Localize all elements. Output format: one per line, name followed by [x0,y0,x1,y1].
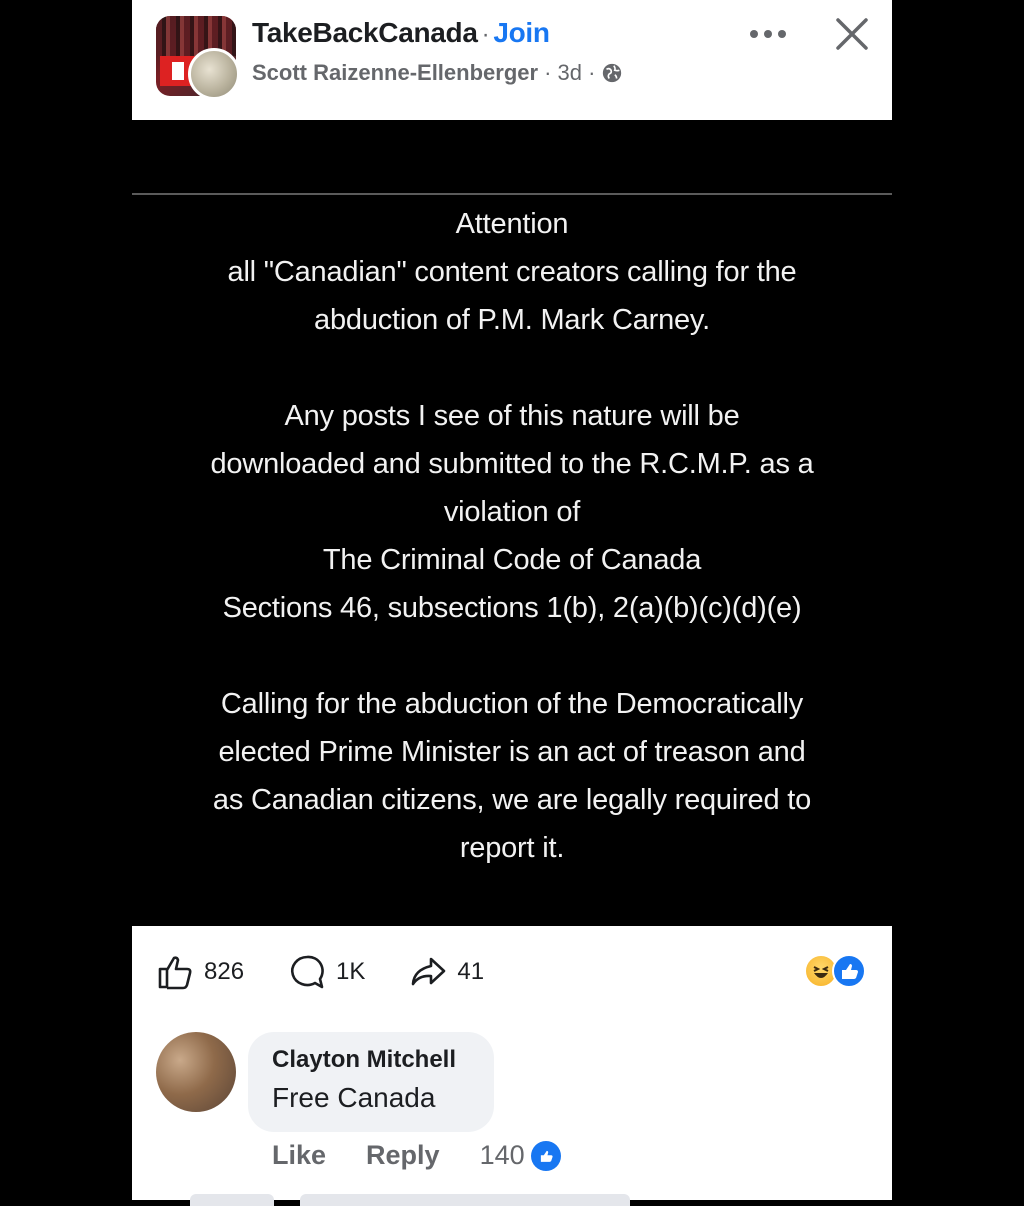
post-blank-line [132,344,892,392]
author-line: Scott Raizenne-Ellenberger · 3d · [252,60,623,86]
post-line: Attention [455,208,569,240]
share-action[interactable]: 41 [409,953,484,991]
comment-author[interactable]: Clayton Mitchell [272,1046,470,1074]
author-name[interactable]: Scott Raizenne-Ellenberger [252,60,538,86]
comment-action[interactable]: 1K [288,953,365,991]
thumbs-up-icon [158,956,192,990]
post-body-text: Attention all "Canadian" content creator… [132,200,892,872]
share-count: 41 [457,958,485,985]
post-line: Sections 46, subsections 1(b), 2(a)(b)(c… [222,592,802,624]
share-icon [412,957,446,986]
post-actions-bar: 826 1K 41 [156,952,528,992]
post-line: The Criminal Code of Canada [322,544,702,576]
post-line: all "Canadian" content creators calling … [227,256,797,288]
post-line: elected Prime Minister is an act of trea… [218,736,806,768]
close-icon[interactable] [832,14,872,54]
comment-bubble: Clayton Mitchell Free Canada [248,1032,494,1132]
comment-actions: Like Reply 140 [272,1140,561,1171]
post-line: Calling for the abduction of the Democra… [220,688,804,720]
post-line: as Canadian citizens, we are legally req… [212,784,812,816]
like-action[interactable]: 826 [156,953,244,991]
separator-dot: · [481,21,490,48]
next-comment-avatar-stub [190,1194,274,1206]
post-line: downloaded and submitted to the R.C.M.P.… [210,448,814,480]
post-line: violation of [443,496,581,528]
post-line: report it. [459,832,565,864]
reaction-summary[interactable] [804,954,874,988]
comment-text: Free Canada [272,1082,436,1113]
post-divider [132,193,892,195]
post-line: Any posts I see of this nature will be [284,400,740,432]
comment-like-button[interactable]: Like [272,1140,326,1171]
more-horizontal-icon[interactable] [746,22,790,46]
like-icon [832,954,866,988]
commenter-avatar[interactable] [156,1032,236,1112]
post-header: TakeBackCanada · Join Scott Raizenne-Ellen… [132,0,892,120]
post-footer: 826 1K 41 Clayton Mitchell Free Canada L… [132,926,892,1206]
comment-reaction-count[interactable]: 140 [480,1140,525,1171]
post-timestamp[interactable]: · 3d · [544,60,595,86]
like-icon [530,1140,561,1171]
author-avatar[interactable] [188,48,240,100]
group-name[interactable]: TakeBackCanada [252,17,478,48]
join-button[interactable]: Join [493,17,550,48]
next-comment-bubble-stub [300,1194,630,1206]
comment-icon [291,955,324,989]
comment-reply-button[interactable]: Reply [366,1140,440,1171]
globe-icon [603,63,622,83]
post-line: abduction of P.M. Mark Carney. [314,304,710,336]
post-frame: TakeBackCanada · Join Scott Raizenne-Ellen… [132,0,892,1206]
group-title-line: TakeBackCanada · Join [252,17,550,49]
comment-count: 1K [336,958,366,985]
post-blank-line [132,632,892,680]
like-count: 826 [204,958,245,985]
